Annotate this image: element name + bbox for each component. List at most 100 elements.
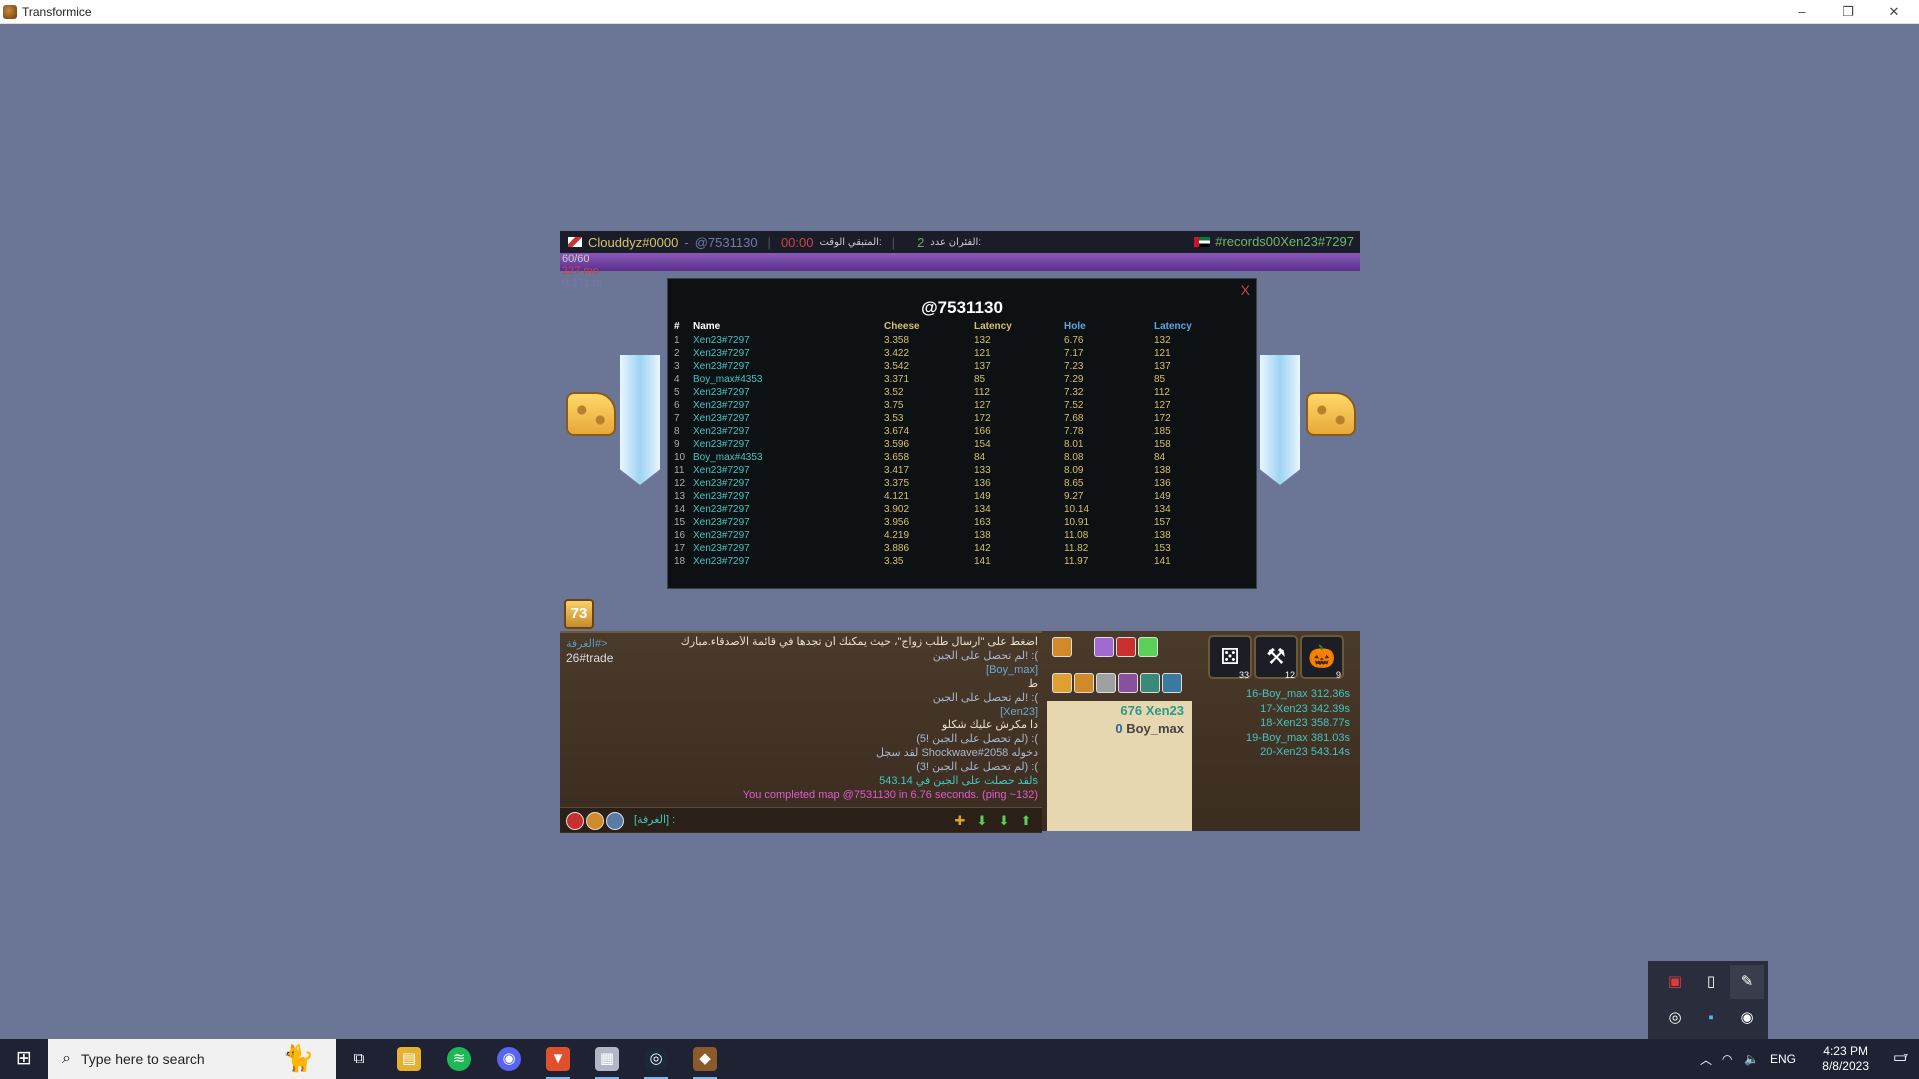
spotify-icon[interactable]: ≋ bbox=[447, 1047, 471, 1071]
row-index: 11 bbox=[674, 465, 685, 476]
row-player-name[interactable]: Xen23#7297 bbox=[693, 347, 750, 360]
discord-icon[interactable]: ◉ bbox=[497, 1047, 521, 1071]
steam-icon[interactable]: ◎ bbox=[644, 1047, 668, 1079]
row-player-name[interactable]: Xen23#7297 bbox=[693, 334, 750, 347]
display-icon[interactable]: ▪ bbox=[1694, 1001, 1728, 1035]
show-hidden-icons[interactable]: ︿ bbox=[1700, 1039, 1712, 1079]
row-player-name[interactable]: Xen23#7297 bbox=[693, 386, 750, 399]
alert-icon[interactable] bbox=[1052, 637, 1072, 657]
rank-list: 16-Boy_max 312.36s 17-Xen23 342.39s 18-Xen… bbox=[1246, 687, 1350, 760]
plus-icon[interactable]: ✚ bbox=[952, 813, 968, 829]
restore-button[interactable]: ❐ bbox=[1825, 0, 1871, 23]
brave-icon[interactable]: ▼ bbox=[546, 1047, 570, 1079]
pumpkin-icon[interactable]: 🎃 9 bbox=[1300, 635, 1344, 680]
row-player-name[interactable]: Boy_max#4353 bbox=[693, 451, 763, 464]
row-cheese-time: 3.417 bbox=[884, 465, 910, 476]
row-cheese-time: 3.596 bbox=[884, 439, 910, 450]
row-player-name[interactable]: Xen23#7297 bbox=[693, 464, 750, 477]
ice-crystal-left bbox=[620, 355, 660, 485]
row-cheese-latency: 133 bbox=[974, 465, 991, 476]
close-leaderboard-button[interactable]: X bbox=[1241, 282, 1250, 298]
row-player-name[interactable]: Xen23#7297 bbox=[693, 503, 750, 516]
arrow-up-icon[interactable]: ⬆ bbox=[1018, 813, 1034, 829]
remaining-time: 00:00 bbox=[780, 234, 814, 250]
heart-icon[interactable] bbox=[1116, 637, 1136, 657]
level-badge[interactable]: 73 bbox=[564, 599, 594, 629]
discord-icon[interactable] bbox=[1140, 673, 1160, 693]
player-name[interactable]: Clouddyz#0000 bbox=[588, 235, 678, 250]
chat-message: You completed map @7531130 in 6.76 secon… bbox=[742, 788, 1038, 801]
usb-icon[interactable]: ▯ bbox=[1694, 965, 1728, 999]
row-player-name[interactable]: Xen23#7297 bbox=[693, 555, 750, 568]
leaderboard-row: 18 Xen23#7297 3.35 141 11.97 141 bbox=[668, 555, 1256, 568]
heart-icon[interactable] bbox=[566, 812, 584, 830]
row-player-name[interactable]: Xen23#7297 bbox=[693, 412, 750, 425]
row-hole-time: 7.68 bbox=[1064, 413, 1084, 424]
row-cheese-latency: 166 bbox=[974, 426, 991, 437]
add-icon[interactable] bbox=[1138, 637, 1158, 657]
row-player-name[interactable]: Xen23#7297 bbox=[693, 529, 750, 542]
rank-entry: 18-Xen23 358.77s bbox=[1260, 717, 1350, 729]
transformice-icon[interactable]: ◆ bbox=[693, 1047, 717, 1079]
row-hole-time: 8.08 bbox=[1064, 452, 1084, 463]
row-player-name[interactable]: Xen23#7297 bbox=[693, 477, 750, 490]
row-player-name[interactable]: Xen23#7297 bbox=[693, 399, 750, 412]
tools-icon[interactable]: ⚒ 12 bbox=[1254, 635, 1298, 680]
row-player-name[interactable]: Xen23#7297 bbox=[693, 438, 750, 451]
minimize-button[interactable]: – bbox=[1779, 0, 1825, 23]
windows-start-icon[interactable]: ⊞ bbox=[0, 1039, 48, 1079]
row-player-name[interactable]: Xen23#7297 bbox=[693, 360, 750, 373]
file-explorer-icon[interactable]: ▤ bbox=[397, 1047, 421, 1071]
leaderboard-row: 2 Xen23#7297 3.422 121 7.17 121 bbox=[668, 347, 1256, 360]
taskbar-search[interactable]: ⌕ Type here to search 🐈 bbox=[48, 1039, 336, 1079]
close-window-button[interactable]: ✕ bbox=[1871, 0, 1917, 23]
row-index: 2 bbox=[674, 348, 680, 359]
row-player-name[interactable]: Xen23#7297 bbox=[693, 516, 750, 529]
record-room[interactable]: #records00Xen23#7297 bbox=[1194, 234, 1354, 249]
fullscreen-icon[interactable] bbox=[1162, 673, 1182, 693]
row-hole-latency: 172 bbox=[1154, 413, 1171, 424]
language-indicator[interactable]: ENG bbox=[1770, 1039, 1796, 1079]
discord-tray-icon[interactable]: ◉ bbox=[1730, 1001, 1764, 1035]
shield-icon[interactable] bbox=[586, 812, 604, 830]
inventory-icon[interactable] bbox=[1052, 673, 1072, 693]
chat-channel-label[interactable]: [الغرفة] : bbox=[634, 813, 675, 826]
rank-entry: 19-Boy_max 381.03s bbox=[1246, 731, 1350, 744]
row-hole-latency: 85 bbox=[1154, 374, 1166, 385]
notification-center-icon[interactable]: ▭ 7 bbox=[1889, 1048, 1911, 1070]
row-player-name[interactable]: Xen23#7297 bbox=[693, 490, 750, 503]
score-row: 676 Xen23 bbox=[1120, 703, 1184, 718]
row-player-name[interactable]: Xen23#7297 bbox=[693, 542, 750, 555]
row-player-name[interactable]: Boy_max#4353 bbox=[693, 373, 763, 386]
col-index-header: # bbox=[674, 321, 680, 332]
shop-icon[interactable] bbox=[1094, 637, 1114, 657]
clock-time: 4:23 PM bbox=[1823, 1044, 1868, 1058]
room-name[interactable]: @7531130 bbox=[695, 235, 758, 250]
app-icon[interactable]: ▦ bbox=[595, 1047, 619, 1079]
dice-icon[interactable]: ⚄ 33 bbox=[1208, 635, 1252, 680]
game-area[interactable]: Clouddyz#0000 - @7531130 | 00:00 المتبقي… bbox=[560, 231, 1360, 833]
network-icon[interactable]: ◠ bbox=[1722, 1039, 1732, 1079]
amd-icon[interactable]: ▣ bbox=[1658, 965, 1692, 999]
arrow-down-icon[interactable]: ⬇ bbox=[974, 813, 990, 829]
arrow-down-icon[interactable]: ⬇ bbox=[996, 813, 1012, 829]
leaderboard-row: 10 Boy_max#4353 3.658 84 8.08 84 bbox=[668, 451, 1256, 464]
home-icon[interactable] bbox=[606, 812, 624, 830]
leaderboard-row: 12 Xen23#7297 3.375 136 8.65 136 bbox=[668, 477, 1256, 490]
tribe-icon[interactable] bbox=[1118, 673, 1138, 693]
row-hole-time: 7.52 bbox=[1064, 400, 1084, 411]
list-icon[interactable] bbox=[1074, 673, 1094, 693]
task-view-icon[interactable]: ⧉ bbox=[347, 1047, 371, 1071]
row-hole-latency: 185 bbox=[1154, 426, 1171, 437]
row-cheese-time: 3.658 bbox=[884, 452, 910, 463]
row-player-name[interactable]: Xen23#7297 bbox=[693, 425, 750, 438]
row-hole-time: 11.97 bbox=[1064, 556, 1089, 567]
profile-icon[interactable] bbox=[1096, 673, 1116, 693]
ranks-panel: ⚄ 33 ⚒ 12 🎃 9 16-Boy_max 312.36s 17-Xen23… bbox=[1202, 631, 1360, 831]
steam-icon[interactable]: ◎ bbox=[1658, 1001, 1692, 1035]
volume-icon[interactable]: 🔈 bbox=[1744, 1039, 1759, 1079]
pen-icon[interactable]: ✎ bbox=[1730, 965, 1764, 999]
distance-value: 0.371 m bbox=[562, 277, 602, 289]
chat-input-bar[interactable]: [الغرفة] : ✚ ⬇ ⬇ ⬆ bbox=[560, 807, 1042, 832]
clock[interactable]: 4:23 PM 8/8/2023 bbox=[1822, 1044, 1869, 1074]
